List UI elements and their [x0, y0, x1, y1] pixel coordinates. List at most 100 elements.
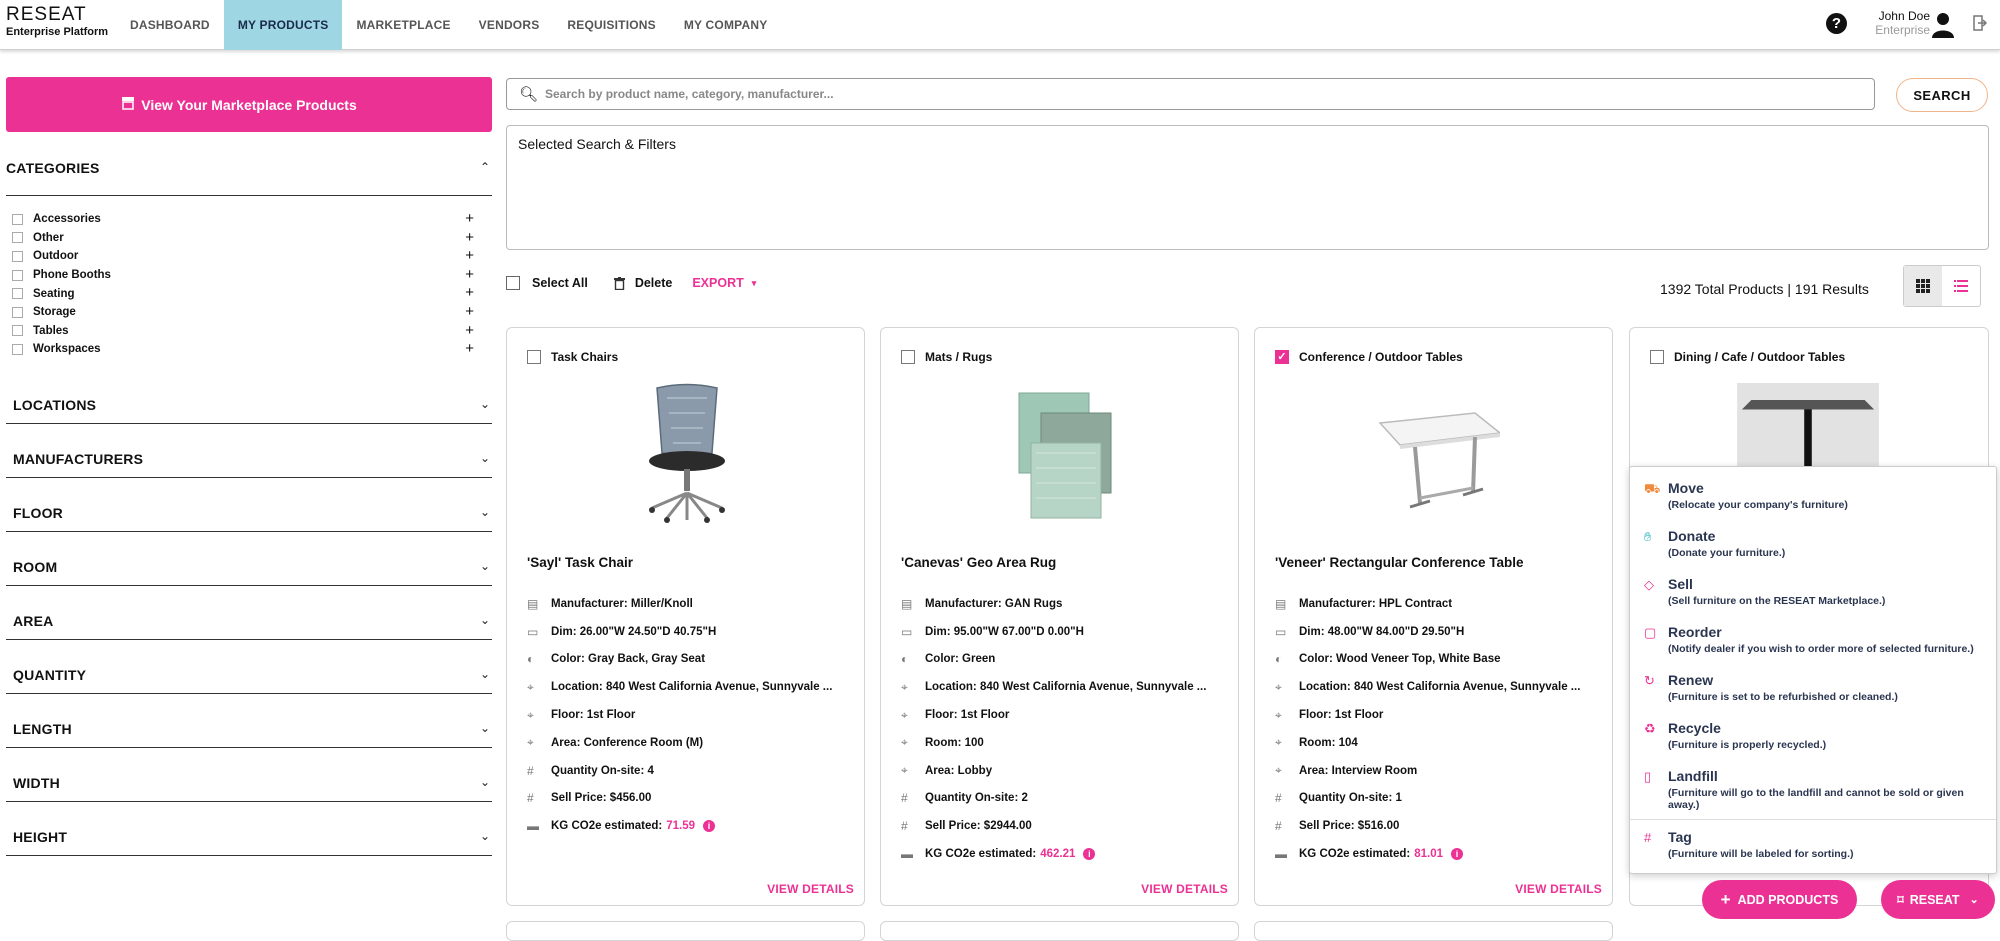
chevron-down-icon[interactable]: ⌄: [480, 613, 490, 627]
info-icon[interactable]: i: [702, 820, 715, 833]
chevron-down-icon[interactable]: ⌄: [480, 397, 490, 411]
user-info[interactable]: John Doe Enterprise: [1860, 9, 1930, 37]
product-card-next-row[interactable]: [1254, 921, 1613, 941]
menu-item-recycle[interactable]: ♻︎ Recycle (Furniture is properly recycl…: [1644, 720, 1994, 751]
view-details-link[interactable]: VIEW DETAILS: [1515, 882, 1602, 896]
expand-plus-icon[interactable]: +: [465, 266, 474, 284]
product-card[interactable]: ✓ Conference / Outdoor Tables 'Veneer' Re…: [1254, 327, 1613, 906]
expand-plus-icon[interactable]: +: [465, 303, 474, 321]
category-item[interactable]: Workspaces +: [12, 340, 474, 359]
add-products-button[interactable]: + ADD PRODUCTS: [1702, 880, 1857, 919]
caret-down-icon[interactable]: ▾: [752, 278, 757, 289]
card-checkbox-checked[interactable]: ✓: [1275, 350, 1289, 364]
expand-plus-icon[interactable]: +: [465, 247, 474, 265]
categories-section[interactable]: CATEGORIES ⌃: [6, 160, 492, 196]
product-image[interactable]: [1732, 383, 1884, 468]
category-item[interactable]: Accessories +: [12, 210, 474, 229]
category-checkbox[interactable]: [12, 232, 23, 244]
logout-icon[interactable]: [1973, 15, 1987, 31]
chevron-down-icon[interactable]: ⌄: [480, 505, 490, 519]
list-view-icon[interactable]: [1942, 266, 1980, 306]
chevron-down-icon[interactable]: ⌄: [480, 775, 490, 789]
filter-section-area[interactable]: AREA ⌄: [6, 613, 492, 640]
product-card[interactable]: Task Chairs 'Sayl' Task Chair ▤ Manufactu…: [506, 327, 865, 906]
chevron-down-icon[interactable]: ⌄: [480, 559, 490, 573]
info-icon[interactable]: i: [1450, 848, 1463, 861]
nav-my-company[interactable]: MY COMPANY: [670, 0, 782, 50]
chevron-down-icon[interactable]: ⌄: [480, 451, 490, 465]
category-item[interactable]: Seating +: [12, 284, 474, 303]
view-marketplace-products-button[interactable]: View Your Marketplace Products: [6, 77, 492, 132]
expand-plus-icon[interactable]: +: [465, 229, 474, 247]
filter-section-locations[interactable]: LOCATIONS ⌄: [6, 397, 492, 424]
donate-hand-icon: ✋︎: [1644, 529, 1652, 544]
category-item[interactable]: Other +: [12, 229, 474, 248]
category-item[interactable]: Outdoor +: [12, 247, 474, 266]
view-details-link[interactable]: VIEW DETAILS: [767, 882, 854, 896]
filter-section-length[interactable]: LENGTH ⌄: [6, 721, 492, 748]
select-all-checkbox[interactable]: [506, 276, 520, 290]
nav-requisitions[interactable]: REQUISITIONS: [553, 0, 669, 50]
view-details-link[interactable]: VIEW DETAILS: [1141, 882, 1228, 896]
chevron-up-icon[interactable]: ⌃: [480, 160, 490, 174]
select-all-label[interactable]: Select All: [532, 276, 588, 290]
menu-item-donate[interactable]: ✋︎ Donate (Donate your furniture.): [1644, 528, 1994, 559]
category-item[interactable]: Phone Booths +: [12, 266, 474, 285]
category-item[interactable]: Tables +: [12, 322, 474, 341]
menu-item-move[interactable]: ⛟︎ Move (Relocate your company's furnitu…: [1644, 480, 1994, 511]
expand-plus-icon[interactable]: +: [465, 210, 474, 228]
expand-plus-icon[interactable]: +: [465, 284, 474, 302]
product-card-next-row[interactable]: [506, 921, 865, 941]
product-image[interactable]: [1370, 383, 1500, 523]
filter-section-height[interactable]: HEIGHT ⌄: [6, 829, 492, 856]
nav-vendors[interactable]: VENDORS: [465, 0, 554, 50]
category-item[interactable]: Storage +: [12, 303, 474, 322]
filter-section-floor[interactable]: FLOOR ⌄: [6, 505, 492, 532]
expand-plus-icon[interactable]: +: [465, 322, 474, 340]
menu-item-sell[interactable]: ◇ Sell (Sell furniture on the RESEAT Mar…: [1644, 576, 1994, 607]
chevron-down-icon[interactable]: ⌄: [480, 829, 490, 843]
chevron-down-icon[interactable]: ⌄: [480, 721, 490, 735]
help-icon[interactable]: ?: [1826, 13, 1847, 34]
category-checkbox[interactable]: [12, 343, 23, 355]
product-card-next-row[interactable]: [880, 921, 1239, 941]
info-icon[interactable]: i: [1083, 848, 1096, 861]
category-checkbox[interactable]: [12, 213, 23, 225]
chevron-down-icon[interactable]: ⌄: [480, 667, 490, 681]
menu-item-tag[interactable]: # Tag (Furniture will be labeled for sor…: [1644, 829, 1994, 860]
filter-section-manufacturers[interactable]: MANUFACTURERS ⌄: [6, 451, 492, 478]
product-card[interactable]: Mats / Rugs 'Canevas' Geo Area Rug ▤ Manu…: [880, 327, 1239, 906]
category-checkbox[interactable]: [12, 269, 23, 281]
card-checkbox[interactable]: [1650, 350, 1664, 364]
menu-item-landfill[interactable]: ▯ Landfill (Furniture will go to the lan…: [1644, 768, 1994, 811]
nav-marketplace[interactable]: MARKETPLACE: [342, 0, 464, 50]
card-checkbox[interactable]: [901, 350, 915, 364]
filter-section-room[interactable]: ROOM ⌄: [6, 559, 492, 586]
reseat-actions-button[interactable]: ⌑ RESEAT ⌄: [1881, 880, 1995, 919]
search-input[interactable]: [545, 79, 1845, 109]
nav-dashboard[interactable]: DASHBOARD: [116, 0, 224, 50]
product-name[interactable]: 'Veneer' Rectangular Conference Table: [1275, 555, 1524, 570]
category-checkbox[interactable]: [12, 288, 23, 300]
product-name[interactable]: 'Sayl' Task Chair: [527, 555, 633, 570]
reseat-logo[interactable]: RESEAT Enterprise Platform: [6, 5, 116, 39]
nav-my-products[interactable]: MY PRODUCTS: [223, 0, 343, 50]
product-name[interactable]: 'Canevas' Geo Area Rug: [901, 555, 1056, 570]
expand-plus-icon[interactable]: +: [465, 340, 474, 358]
category-checkbox[interactable]: [12, 250, 23, 262]
search-button[interactable]: SEARCH: [1896, 78, 1988, 112]
trash-icon[interactable]: [613, 276, 625, 290]
menu-item-renew[interactable]: ↻ Renew (Furniture is set to be refurbis…: [1644, 672, 1994, 703]
product-image[interactable]: [1001, 383, 1121, 523]
delete-button[interactable]: Delete: [635, 276, 673, 290]
filter-section-quantity[interactable]: QUANTITY ⌄: [6, 667, 492, 694]
filter-section-width[interactable]: WIDTH ⌄: [6, 775, 492, 802]
product-image[interactable]: [627, 383, 747, 523]
export-dropdown[interactable]: EXPORT: [692, 276, 743, 290]
menu-item-reorder[interactable]: ▢ Reorder (Notify dealer if you wish to …: [1644, 624, 1994, 655]
grid-view-icon[interactable]: [1904, 266, 1942, 306]
card-checkbox[interactable]: [527, 350, 541, 364]
user-avatar-icon[interactable]: [1932, 12, 1954, 38]
category-checkbox[interactable]: [12, 325, 23, 337]
category-checkbox[interactable]: [12, 306, 23, 318]
